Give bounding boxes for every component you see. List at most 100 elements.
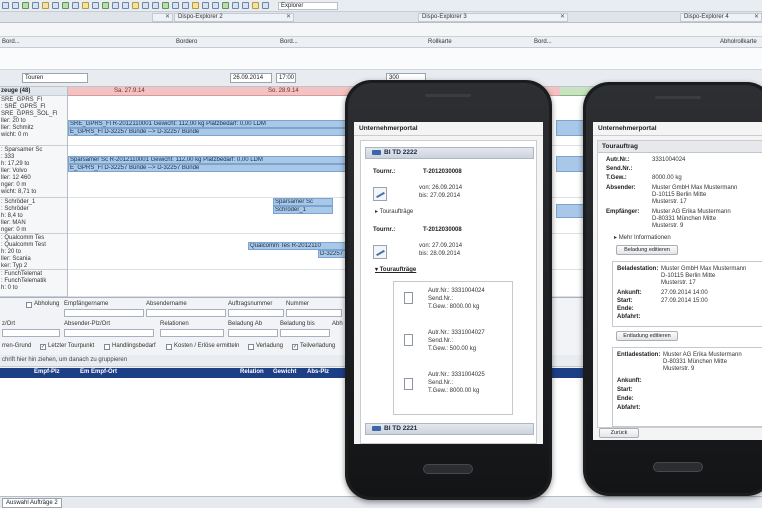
- absender-plz-ort-input[interactable]: [64, 329, 154, 337]
- vehicle-list: zeuge (48) SRE_GPRS_Fl : SRE_GPRS_Fl SRE…: [0, 87, 68, 297]
- open-icon[interactable]: [12, 2, 19, 9]
- status-tab[interactable]: Auswahl Aufträge 2: [2, 498, 62, 508]
- nummer-input[interactable]: [286, 309, 342, 317]
- list-icon[interactable]: [112, 2, 119, 9]
- tour-bar[interactable]: E_GPRS_Fl D-32257 Bünde --> D-32257 Bünd…: [68, 164, 358, 172]
- time-field[interactable]: 17:00: [276, 73, 296, 83]
- tour-bar[interactable]: Qualcomm Tes R-2012110: [248, 242, 348, 250]
- home-button[interactable]: [653, 462, 703, 472]
- lock-icon[interactable]: [252, 2, 259, 9]
- close-icon[interactable]: ✕: [165, 14, 170, 21]
- abholung-checkbox[interactable]: [26, 302, 32, 308]
- truck-icon[interactable]: [52, 2, 59, 9]
- column-header[interactable]: Em Empf-Ort: [80, 369, 117, 375]
- explorer-search-input[interactable]: Explorer: [278, 1, 338, 10]
- print-icon[interactable]: [72, 2, 79, 9]
- tab-dispo-explorer-2[interactable]: Dispo-Explorer 2 ✕: [174, 13, 294, 22]
- tour-header-bitd2222[interactable]: BI TD 2222: [365, 147, 534, 159]
- plz-ort-input[interactable]: [2, 329, 60, 337]
- empfaengername-input[interactable]: [64, 309, 144, 317]
- tour-number: T-2012030008: [423, 169, 462, 175]
- import-icon[interactable]: [232, 2, 239, 9]
- auftragsnummer-input[interactable]: [228, 309, 284, 317]
- vehicle-line: h: 8,4 to: [1, 213, 23, 219]
- edit-loading-button[interactable]: Beladung editieren: [616, 245, 678, 255]
- relationen-input[interactable]: [160, 329, 224, 337]
- column-header[interactable]: Gewicht: [273, 369, 296, 375]
- save-icon[interactable]: [32, 2, 39, 9]
- recipient-line: Musterstr. 9: [652, 223, 684, 229]
- order-number[interactable]: Autr.Nr.: 3331004027: [428, 330, 485, 337]
- check-icon[interactable]: [162, 2, 169, 9]
- more-info-toggle[interactable]: ▸ Mehr Informationen: [614, 235, 671, 242]
- vehicle-item[interactable]: SRE_GPRS_Fl : SRE_GPRS_Fl SRE_GPRS_SOL_F…: [0, 96, 67, 146]
- handlingsbedarf-checkbox[interactable]: [104, 344, 110, 350]
- date-field[interactable]: 26.09.2014: [230, 73, 272, 83]
- tour-bar[interactable]: [556, 204, 584, 218]
- edit-unloading-button[interactable]: Entladung editieren: [616, 331, 678, 341]
- vehicle-item[interactable]: : Qualcomm Tes : Qualcomm Test h: 20 to …: [0, 234, 67, 270]
- absendername-input[interactable]: [146, 309, 226, 317]
- column-header[interactable]: Bordero: [176, 39, 197, 45]
- beladung-bis-input[interactable]: [280, 329, 330, 337]
- new-icon[interactable]: [2, 2, 9, 9]
- map-icon[interactable]: [62, 2, 69, 9]
- column-header[interactable]: Bord...: [534, 39, 552, 45]
- teilverladung-checkbox[interactable]: ✓: [292, 344, 298, 350]
- mail-icon[interactable]: [172, 2, 179, 9]
- tour-orders-toggle[interactable]: ▸ Touraufträge: [375, 209, 413, 216]
- order-number[interactable]: Autr.Nr.: 3331004025: [428, 372, 485, 379]
- end-label: Ende:: [617, 396, 634, 402]
- folder-icon[interactable]: [42, 2, 49, 9]
- refresh-icon[interactable]: [22, 2, 29, 9]
- tour-bar[interactable]: Sparsamer Sc: [273, 198, 333, 206]
- tour-bar[interactable]: SRE_GPRS_Fl R-2012110001 Gewicht: 112,00…: [68, 120, 358, 128]
- tour-header-bitd2221[interactable]: BI TD 2221: [365, 423, 534, 435]
- settings-icon[interactable]: [82, 2, 89, 9]
- filter-icon[interactable]: [122, 2, 129, 9]
- tour-bar[interactable]: [556, 120, 584, 136]
- globe-icon[interactable]: [102, 2, 109, 9]
- vehicle-count: zeuge (48): [1, 88, 31, 94]
- verladung-checkbox[interactable]: [248, 344, 254, 350]
- window-icon[interactable]: [202, 2, 209, 9]
- tour-bar[interactable]: [556, 156, 584, 172]
- help-icon[interactable]: [142, 2, 149, 9]
- home-button[interactable]: [423, 464, 473, 474]
- tour-bar[interactable]: Sparsamer Sc R-2012110001 Gewicht: 112,0…: [68, 156, 358, 164]
- key-icon[interactable]: [192, 2, 199, 9]
- star-icon[interactable]: [132, 2, 139, 9]
- tab-dispo-explorer-3[interactable]: Dispo-Explorer 3 ✕: [418, 13, 568, 22]
- tour-bar[interactable]: E_GPRS_Fl D-32257 Bünde --> D-32257 Bünd…: [68, 128, 358, 136]
- user-icon[interactable]: [92, 2, 99, 9]
- letzter-tourpunkt-checkbox[interactable]: ✓: [40, 344, 46, 350]
- chart-icon[interactable]: [152, 2, 159, 9]
- column-header[interactable]: Relation: [240, 369, 264, 375]
- tour-orders-expanded[interactable]: ▾ Touraufträge: [375, 267, 416, 274]
- column-header[interactable]: Bord...: [280, 39, 298, 45]
- export-icon[interactable]: [222, 2, 229, 9]
- back-button[interactable]: Zurück: [599, 428, 639, 438]
- order-number[interactable]: Autr.Nr.: 3331004024: [428, 288, 485, 295]
- tab-close-small[interactable]: ✕: [152, 13, 173, 22]
- vehicle-item[interactable]: : FunchTelemat : FunchTelematik h: 0 to: [0, 270, 67, 297]
- close-icon[interactable]: ✕: [286, 14, 291, 21]
- close-icon[interactable]: ✕: [754, 14, 759, 21]
- column-header[interactable]: Abholrollkarte: [720, 39, 757, 45]
- search-icon[interactable]: [262, 2, 269, 9]
- column-header[interactable]: Abs-Plz: [307, 369, 329, 375]
- tour-bar[interactable]: Schröder_1: [273, 206, 333, 214]
- view-select[interactable]: Touren: [22, 73, 88, 83]
- tile-icon[interactable]: [212, 2, 219, 9]
- column-header[interactable]: Bord...: [2, 39, 20, 45]
- tools-icon[interactable]: [242, 2, 249, 9]
- vehicle-item[interactable]: : Schröder_1 : Schröder h: 8,4 to ller: …: [0, 198, 67, 234]
- tab-dispo-explorer-4[interactable]: Dispo-Explorer 4 ✕: [680, 13, 762, 22]
- close-icon[interactable]: ✕: [560, 14, 565, 21]
- calendar-icon[interactable]: [182, 2, 189, 9]
- column-header[interactable]: Empf-Plz: [34, 369, 60, 375]
- kosten-checkbox[interactable]: [166, 344, 172, 350]
- beladung-ab-input[interactable]: [228, 329, 278, 337]
- column-header[interactable]: Rollkarte: [428, 39, 452, 45]
- vehicle-item[interactable]: : Sparsamer Sc : 333 h: 17,29 to ller: V…: [0, 146, 67, 198]
